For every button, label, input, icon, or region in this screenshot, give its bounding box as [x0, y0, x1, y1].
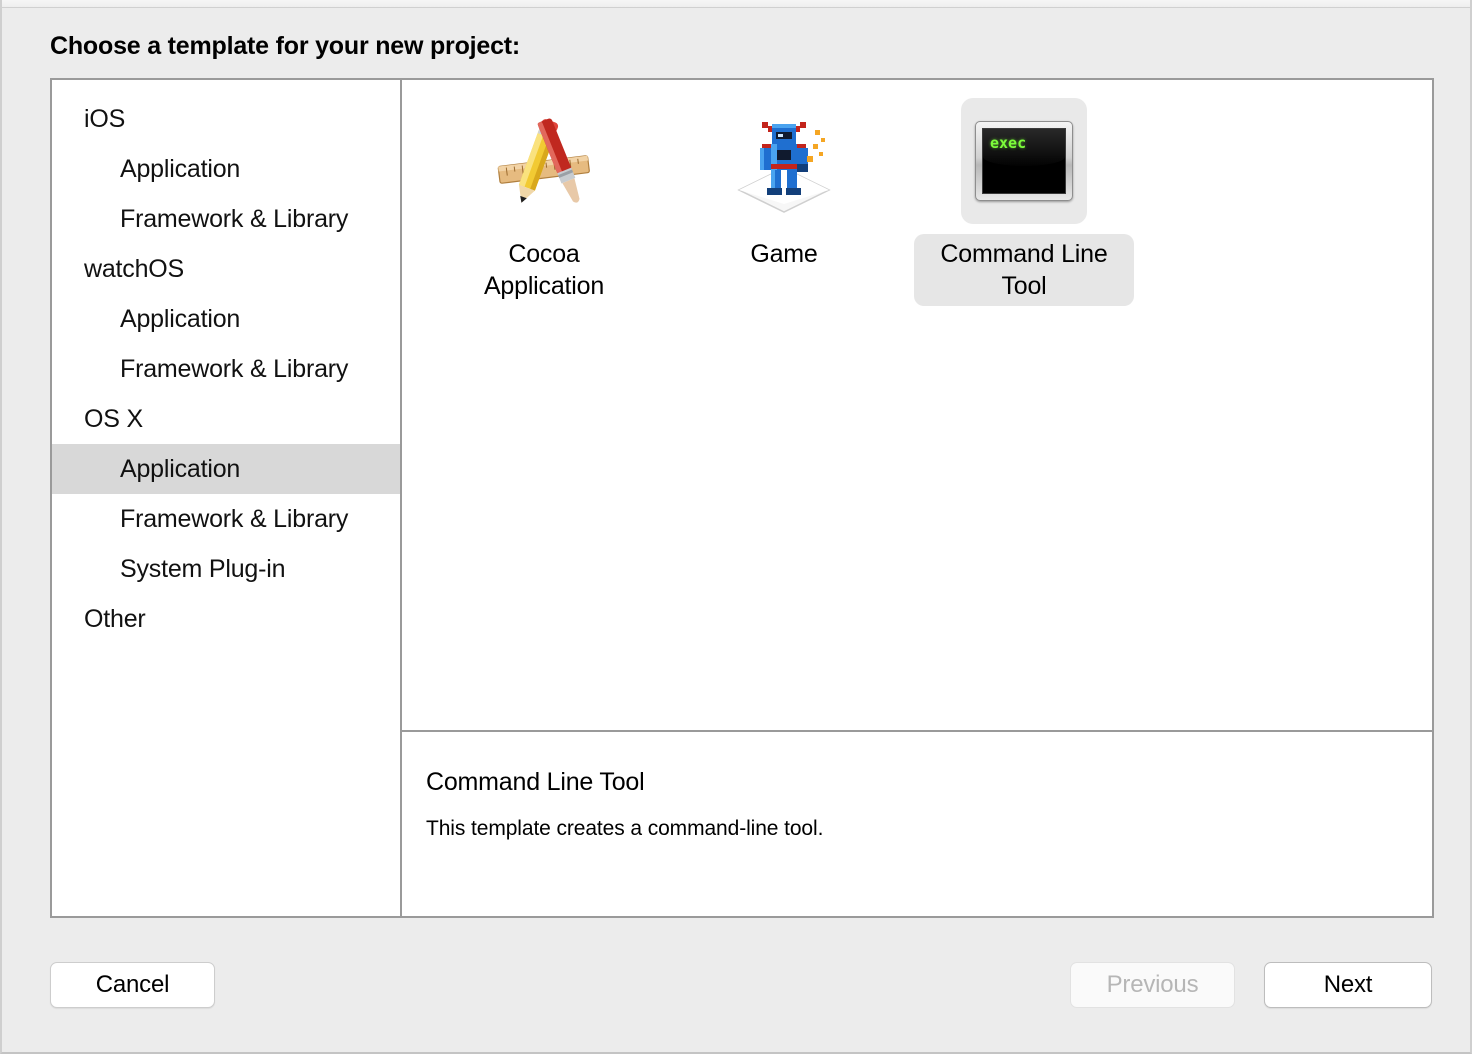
sidebar-item-application[interactable]: Application [52, 144, 400, 194]
sidebar-item-framework-library[interactable]: Framework & Library [52, 494, 400, 544]
template-description-pane: Command Line Tool This template creates … [402, 732, 1432, 916]
next-button[interactable]: Next [1264, 962, 1432, 1008]
sidebar-item-application[interactable]: Application [52, 294, 400, 344]
template-item-command-line-tool[interactable]: exec Command Line Tool [904, 94, 1144, 306]
template-label: Command Line Tool [914, 234, 1134, 306]
template-chooser-panel: iOS Application Framework & Library watchOS… [50, 78, 1434, 918]
cancel-button[interactable]: Cancel [50, 962, 215, 1008]
sidebar-item-watchos[interactable]: watchOS [52, 244, 400, 294]
game-robot-icon [721, 98, 847, 224]
page-title: Choose a template for your new project: [50, 32, 521, 60]
platform-sidebar[interactable]: iOS Application Framework & Library watchOS… [52, 80, 402, 916]
window-titlebar-strip [2, 0, 1470, 8]
template-label: Cocoa Application [483, 240, 605, 300]
template-item-cocoa-application[interactable]: Cocoa Application [424, 94, 664, 306]
terminal-exec-text: exec [990, 134, 1027, 152]
sidebar-item-application[interactable]: Application [52, 444, 400, 494]
sidebar-item-system-plug-in[interactable]: System Plug-in [52, 544, 400, 594]
terminal-window-graphic: exec [975, 121, 1073, 201]
sidebar-item-other[interactable]: Other [52, 594, 400, 644]
description-title: Command Line Tool [426, 768, 645, 796]
template-label: Game [750, 240, 818, 268]
description-text: This template creates a command-line too… [426, 817, 824, 840]
previous-button[interactable]: Previous [1070, 962, 1235, 1008]
template-item-game[interactable]: Game [664, 94, 904, 274]
sidebar-item-framework-library[interactable]: Framework & Library [52, 194, 400, 244]
sidebar-item-ios[interactable]: iOS [52, 94, 400, 144]
template-content-area: Cocoa Application Game exec Command Line To… [402, 80, 1432, 916]
template-grid[interactable]: Cocoa Application Game exec Command Line To… [402, 80, 1432, 732]
terminal-exec-icon: exec [961, 98, 1087, 224]
xcode-hammer-icon [481, 98, 607, 224]
sidebar-item-os-x[interactable]: OS X [52, 394, 400, 444]
new-project-template-dialog: Choose a template for your new project: … [0, 0, 1472, 1054]
sidebar-item-framework-library[interactable]: Framework & Library [52, 344, 400, 394]
